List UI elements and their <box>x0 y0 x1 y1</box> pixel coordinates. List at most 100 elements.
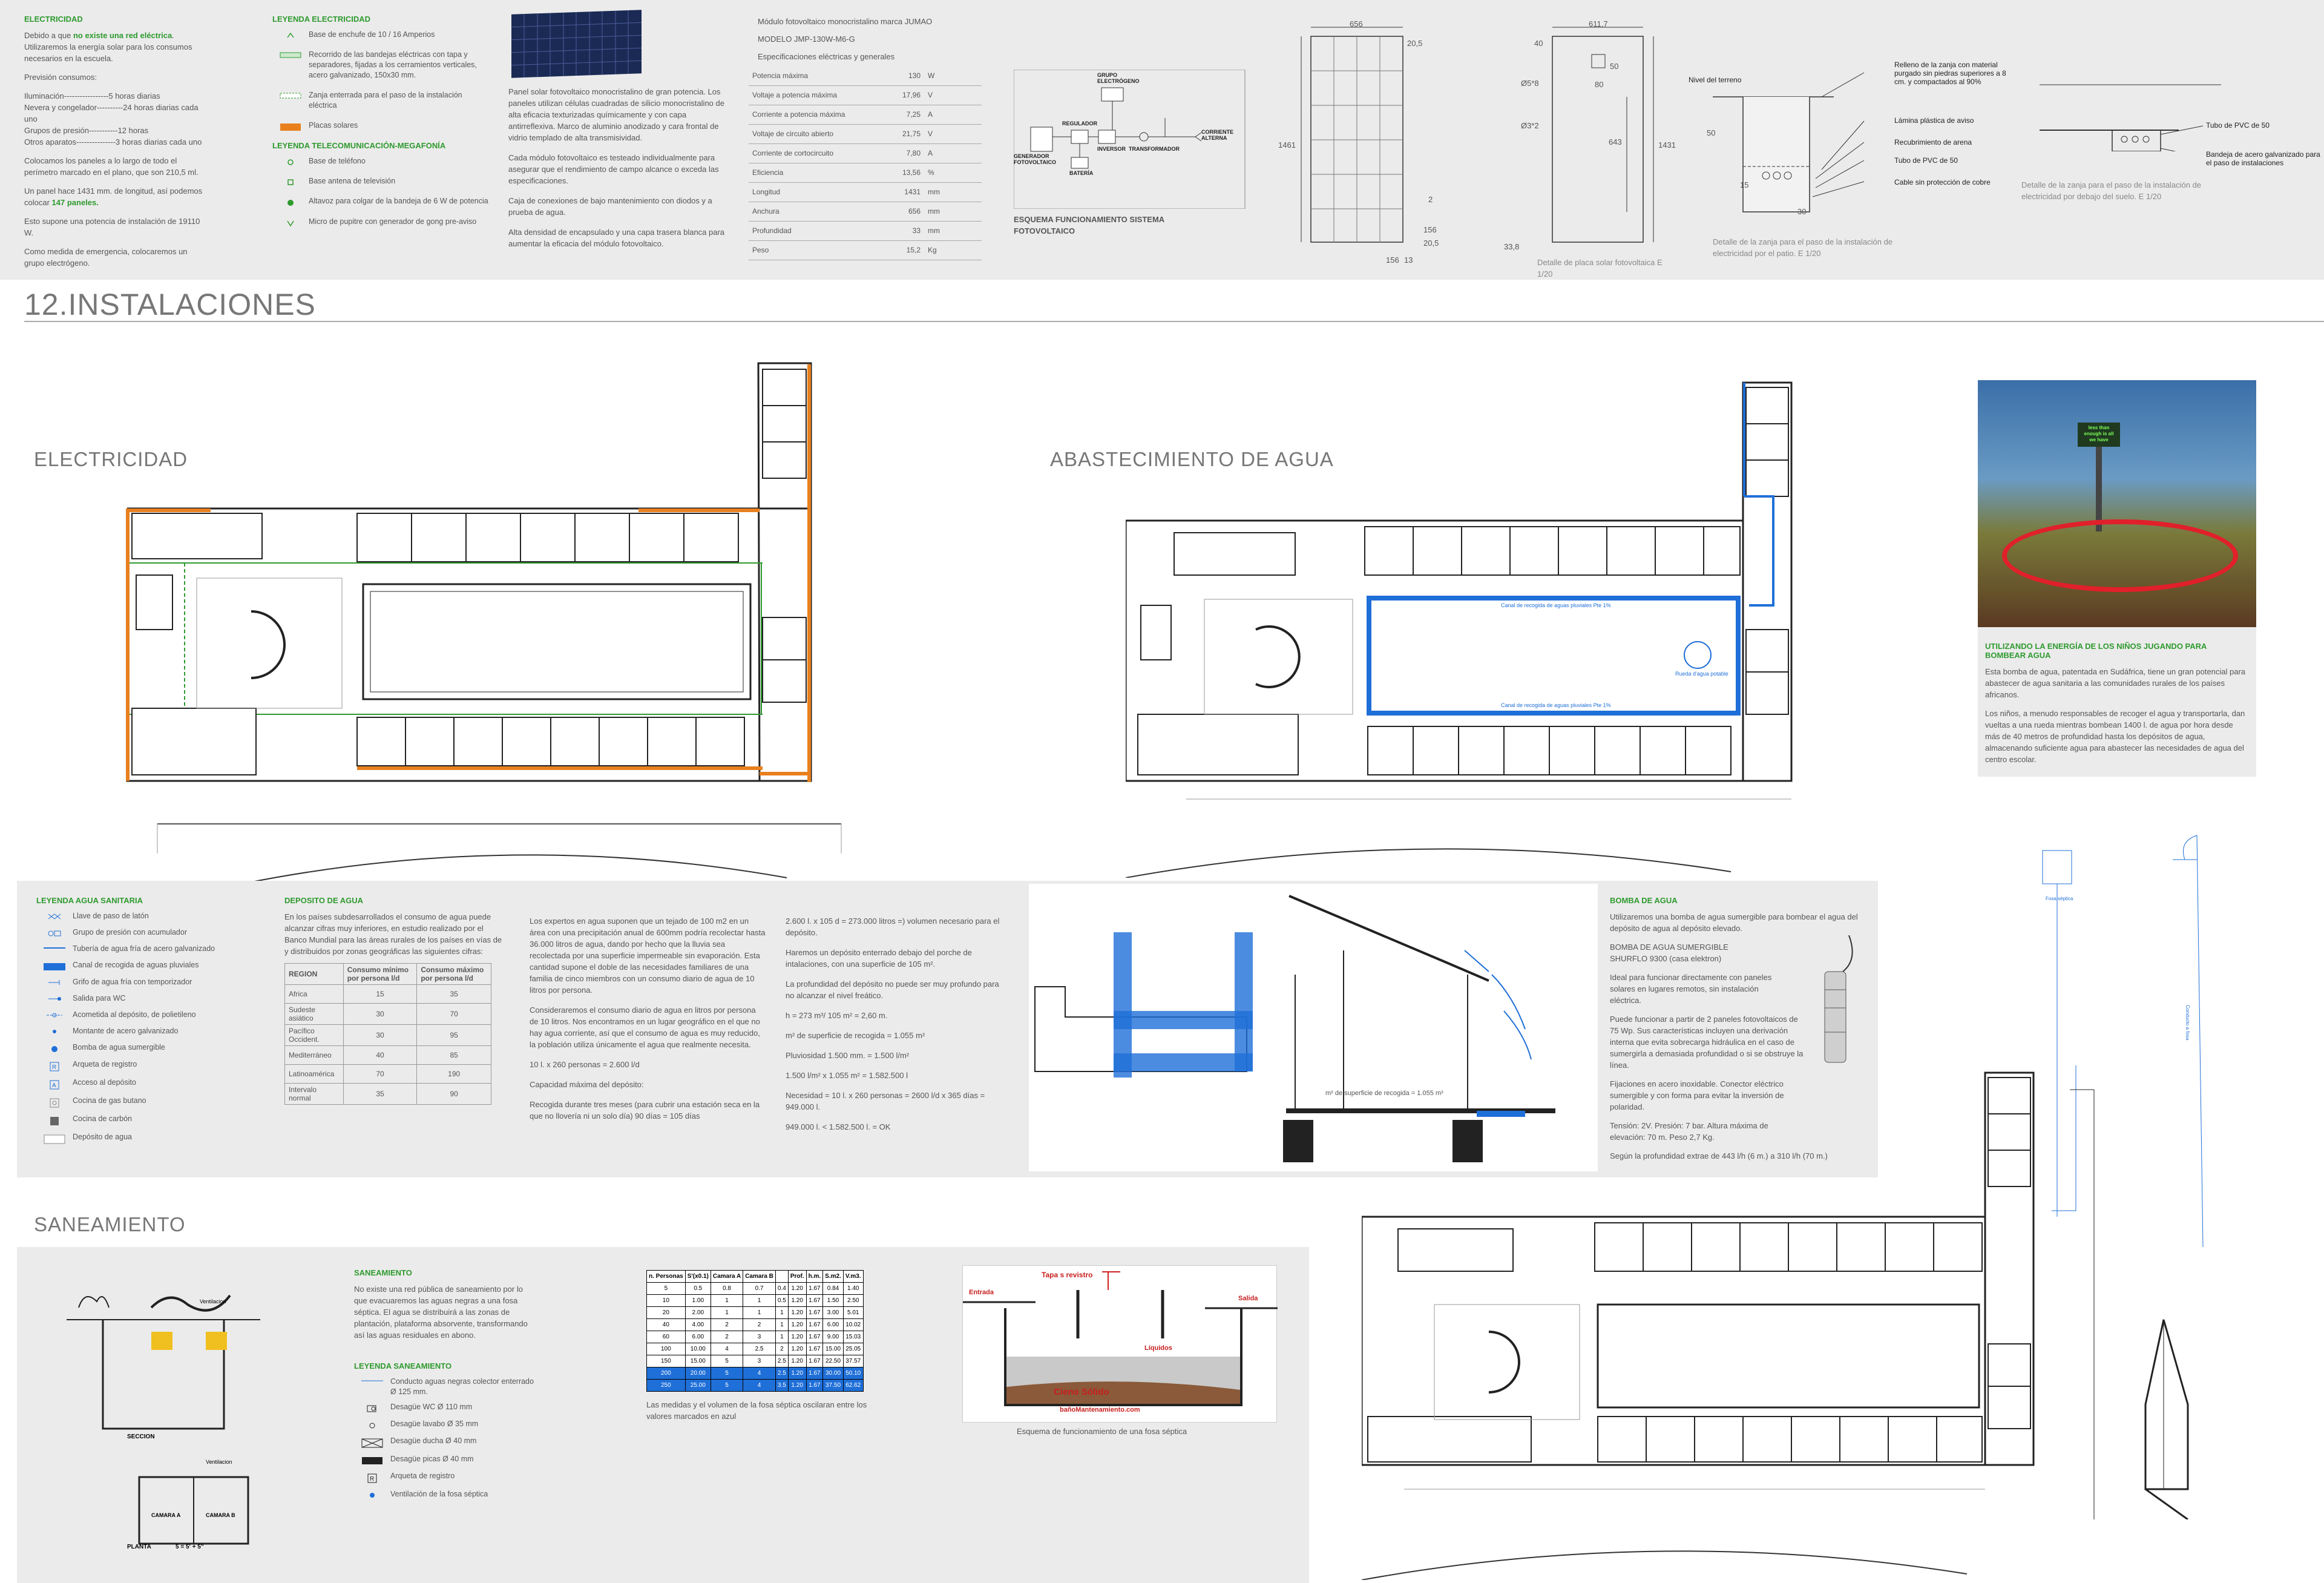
legend-item: A Acceso al depósito <box>36 1078 266 1090</box>
region-name: Africa <box>284 984 344 1004</box>
leyenda-agua: LEYENDA AGUA SANITARIA Llave de paso de … <box>36 896 266 1150</box>
region-min: 35 <box>343 1083 418 1105</box>
legend-item: Depósito de agua <box>36 1132 266 1144</box>
septic-table: n. Personas S'(x0.1) Camara A Camara B Prof.… <box>646 1270 864 1392</box>
legend-item: Llave de paso de latón <box>36 911 266 921</box>
plan-electricidad <box>91 357 938 884</box>
dim-1461: 1461 <box>1278 140 1296 150</box>
min-header: Consumo mínimo por persona l/d <box>343 963 418 985</box>
saneamiento-legend-heading: LEYENDA SANEAMIENTO <box>354 1361 452 1371</box>
dim-156b: 156 <box>1386 255 1399 265</box>
sec-vent-label: Ventilacion <box>200 1298 226 1305</box>
septic-cell: 100 <box>646 1343 686 1355</box>
modulo-model: MODELO JMP-130W-M6-G <box>758 35 855 44</box>
legend-item: Base de teléfono <box>272 156 490 166</box>
septic-cell: 37.50 <box>822 1379 844 1392</box>
region-row: Intervalo normal 35 90 <box>284 1083 491 1105</box>
septic-cell: 2.50 <box>842 1294 864 1307</box>
region-name: Intervalo normal <box>284 1083 344 1105</box>
spec-table: Potencia máxima 130 W Voltaje a potencia má… <box>749 66 982 260</box>
septic-cell: 25.00 <box>684 1379 711 1392</box>
gas-cooker-icon <box>36 1096 73 1108</box>
septic-cell: 1.67 <box>806 1367 824 1380</box>
solar-panel-image <box>511 10 642 78</box>
septic-cell: 10 <box>646 1294 686 1307</box>
septic-cell: 1.20 <box>787 1306 807 1319</box>
speaker-icon <box>272 196 309 207</box>
septic-cell: 4 <box>743 1379 776 1392</box>
septic-cell: 3.00 <box>822 1306 844 1319</box>
septic-cell: 2.5 <box>775 1355 789 1367</box>
septic-cell: 10.00 <box>684 1343 711 1355</box>
region-max: 190 <box>416 1064 491 1084</box>
septic-cell: 2 <box>710 1318 744 1331</box>
dim-13: 13 <box>1404 255 1413 265</box>
power-text: Esto supone una potencia de instalación … <box>24 217 200 237</box>
septic-cell: 1.20 <box>787 1282 807 1295</box>
consumption-line: Nevera y congelador----------24 horas di… <box>24 103 199 123</box>
septic-row: 60 6.00 2 3 1 1.20 1.67 9.00 15.03 <box>646 1331 864 1343</box>
septic-row: 5 0.5 0.8 0.7 0.4 1.20 1.67 0.84 1.40 <box>646 1282 864 1295</box>
spec-label: Peso <box>749 240 888 260</box>
spec-unit: W <box>924 66 982 86</box>
septic-note: Las medidas y el volumen de la fosa sépt… <box>646 1400 867 1421</box>
deposito-paragraph: Recogida durante tres meses (para cubrir… <box>530 1100 760 1121</box>
septic-cell: 250 <box>646 1379 686 1392</box>
septic-cell: 37.57 <box>842 1355 864 1367</box>
placa-caption: Detalle de placa solar fotovoltaica E 1/… <box>1537 258 1663 278</box>
tray-icon <box>272 50 309 58</box>
septic-cell: 60 <box>646 1331 686 1343</box>
septic-cell: 1.20 <box>787 1343 807 1355</box>
deposito-paragraph: m² de superficie de recogida = 1.055 m² <box>786 1031 925 1040</box>
zanja-dim-50: 50 <box>1707 128 1716 137</box>
septic-cell: 1 <box>775 1306 789 1319</box>
spec-row: Potencia máxima 130 W <box>749 66 982 86</box>
pump-svg <box>1824 935 1853 1063</box>
spec-value: 1431 <box>888 182 924 202</box>
emergency-text: Como medida de emergencia, colocaremos u… <box>24 247 188 268</box>
region-table: REGION Consumo mínimo por persona l/d Cons… <box>284 963 491 1105</box>
septic-cell: 1 <box>710 1294 744 1307</box>
spec-unit: V <box>924 124 982 144</box>
zanja-dim-30: 30 <box>1797 207 1807 216</box>
deposito-paragraph: 1.500 l/m² x 1.055 m² = 1.582.500 l <box>786 1071 908 1080</box>
septic-cell: 1.67 <box>806 1331 824 1343</box>
svg-text:A: A <box>52 1082 56 1089</box>
trench-icon <box>272 90 309 99</box>
leyenda-electricidad: LEYENDA ELECTRICIDAD Base de enchufe de … <box>272 15 490 237</box>
spec-row: Voltaje de circuito abierto 21,75 V <box>749 124 982 144</box>
forecast-title: Previsión consumos: <box>24 73 97 82</box>
deposito-block: DEPOSITO DE AGUA En los países subdesarr… <box>284 896 502 1105</box>
canal-bottom-label: Canal de recogida de aguas pluviales Pte… <box>1501 702 1611 708</box>
septic-header: h.m. <box>806 1270 824 1283</box>
pipe-icon <box>36 944 73 950</box>
legend-item: Desagüe ducha Ø 40 mm <box>354 1436 536 1448</box>
plan-agua-drawing <box>1124 381 1793 878</box>
region-max: 95 <box>416 1024 491 1046</box>
deposito-paragraph: h = 273 m³/ 105 m² = 2,60 m. <box>786 1011 888 1020</box>
septic-cell: 2.00 <box>684 1306 711 1319</box>
septic-cell: 1.67 <box>806 1294 824 1307</box>
spec-unit: mm <box>924 221 982 241</box>
dim-2: 2 <box>1428 195 1433 204</box>
side-plan-svg <box>2042 835 2204 1521</box>
spec-value: 13,56 <box>888 163 924 183</box>
legend-item: Zanja enterrada para el paso de la insta… <box>272 90 490 111</box>
spec-unit: mm <box>924 182 982 202</box>
spec-label: Longitud <box>749 182 888 202</box>
plan-saneamiento-drawing <box>1361 1065 2076 1581</box>
electricidad-heading: ELECTRICIDAD <box>24 15 83 24</box>
sink-drain-icon <box>354 1454 390 1465</box>
septic-cell: 6.00 <box>822 1318 844 1331</box>
spec-value: 15,2 <box>888 240 924 260</box>
septic-cell: 1.20 <box>787 1379 807 1392</box>
septic-header: Prof. <box>787 1270 807 1283</box>
septic-cell: 5 <box>710 1355 744 1367</box>
spec-value: 33 <box>888 221 924 241</box>
spec-label: Eficiencia <box>749 163 888 183</box>
septic-cell: 5 <box>710 1367 744 1380</box>
fosa-section-drawing: Ventilacion SECCION Ventilacion CAMARA A… <box>61 1277 278 1556</box>
septic-cell: 22.50 <box>822 1355 844 1367</box>
dim-33-8: 33,8 <box>1504 242 1520 251</box>
spec-row: Eficiencia 13,56% <box>749 163 982 183</box>
